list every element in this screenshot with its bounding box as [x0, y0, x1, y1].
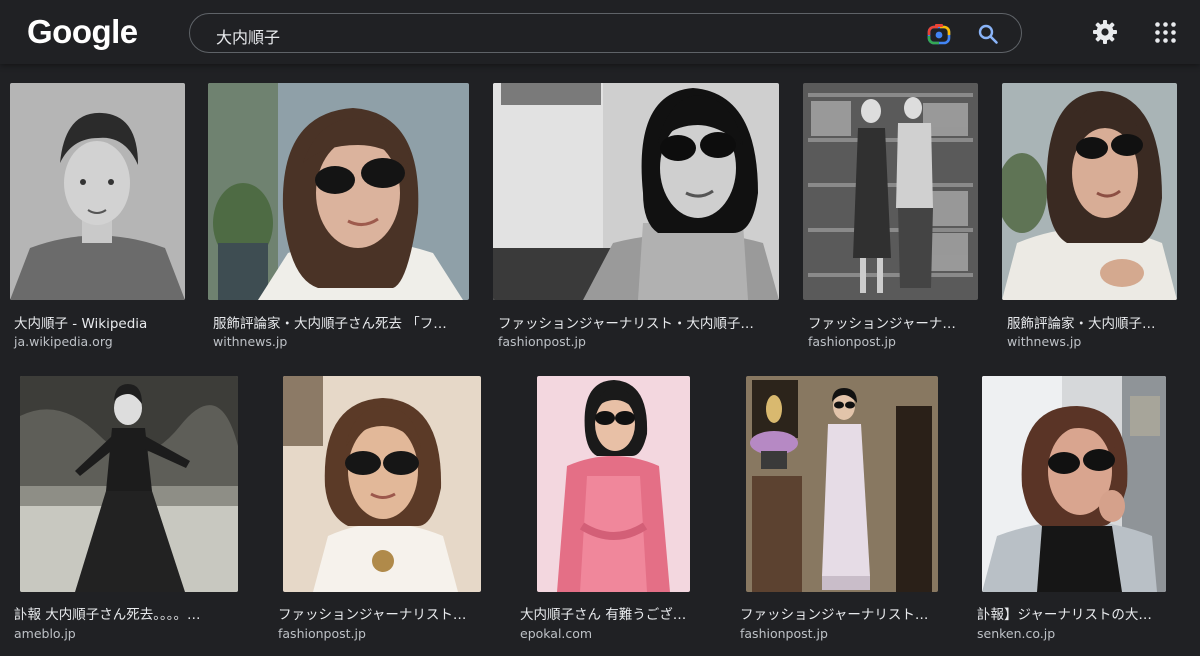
result-image[interactable]: [803, 83, 978, 300]
result-title[interactable]: ファッションジャーナリスト・大内順子…: [498, 312, 778, 332]
result-source: ameblo.jp: [14, 626, 76, 641]
result-source: fashionpost.jp: [740, 626, 828, 641]
google-lens-camera-icon[interactable]: [927, 23, 951, 45]
result-title[interactable]: 服飾評論家・大内順子さん死去 「フ…: [213, 312, 468, 332]
result-image[interactable]: [493, 83, 779, 300]
result-source: ja.wikipedia.org: [14, 334, 113, 349]
search-icon[interactable]: [977, 23, 999, 45]
result-source: senken.co.jp: [977, 626, 1056, 641]
result-source: fashionpost.jp: [278, 626, 366, 641]
search-input[interactable]: 大内順子: [216, 24, 280, 48]
result-image[interactable]: [746, 376, 938, 592]
result-title[interactable]: 大内順子さん 有難うござ…: [520, 603, 710, 623]
result-source: withnews.jp: [213, 334, 288, 349]
apps-grid-icon[interactable]: [1155, 22, 1176, 43]
result-image[interactable]: [537, 376, 690, 592]
result-image[interactable]: [10, 83, 185, 300]
search-box[interactable]: 大内順子: [189, 13, 1022, 53]
result-title[interactable]: ファッションジャーナリスト…: [740, 603, 945, 623]
result-source: fashionpost.jp: [498, 334, 586, 349]
result-image[interactable]: [208, 83, 469, 300]
header: Google 大内順子: [0, 0, 1200, 64]
result-source: epokal.com: [520, 626, 593, 641]
result-image[interactable]: [20, 376, 238, 592]
result-title[interactable]: ファッションジャーナリスト…: [278, 603, 483, 623]
result-title[interactable]: 訃報 大内順子さん死去。。。。…: [14, 603, 240, 623]
result-image[interactable]: [982, 376, 1166, 592]
result-image[interactable]: [1002, 83, 1177, 300]
result-source: fashionpost.jp: [808, 334, 896, 349]
google-logo[interactable]: Google: [27, 13, 138, 51]
result-title[interactable]: 服飾評論家・大内順子…: [1007, 312, 1179, 332]
result-title[interactable]: 大内順子 - Wikipedia: [14, 312, 186, 332]
result-title[interactable]: 訃報】ジャーナリストの大…: [977, 603, 1167, 623]
result-source: withnews.jp: [1007, 334, 1082, 349]
result-title[interactable]: ファッションジャーナ…: [808, 312, 980, 332]
result-image[interactable]: [283, 376, 481, 592]
gear-icon[interactable]: [1092, 19, 1118, 45]
